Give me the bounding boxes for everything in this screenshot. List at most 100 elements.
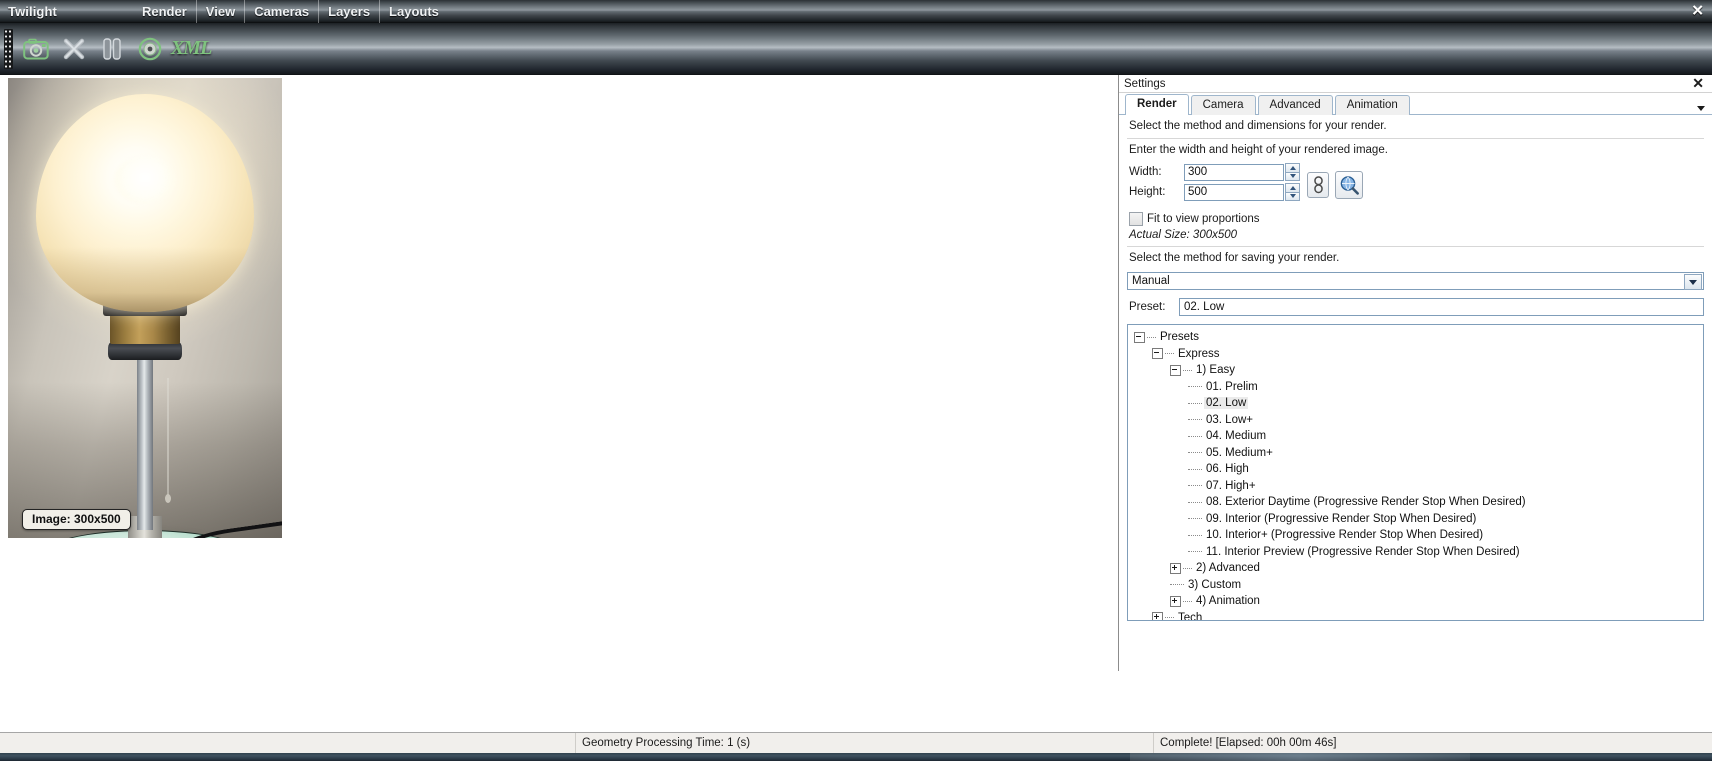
menu-item-cameras[interactable]: Cameras: [245, 0, 320, 23]
fit-to-view-checkbox[interactable]: [1129, 212, 1143, 226]
tree-item[interactable]: Presets: [1134, 329, 1703, 346]
tree-item[interactable]: 1) Easy: [1134, 362, 1703, 379]
tabs-overflow-chevron-down-icon[interactable]: [1697, 106, 1705, 111]
lamp-disc: [108, 342, 182, 360]
width-increment-button[interactable]: [1285, 163, 1300, 172]
settings-panel: Settings ✕ Render Camera Advanced Animat…: [1118, 75, 1712, 671]
tree-item[interactable]: 09. Interior (Progressive Render Stop Wh…: [1134, 511, 1703, 528]
tree-item-label: 3) Custom: [1188, 578, 1242, 591]
menu-item-layers[interactable]: Layers: [319, 0, 381, 23]
fit-to-view-row[interactable]: Fit to view proportions: [1129, 212, 1704, 226]
tree-branch-line: [1188, 452, 1202, 454]
tree-item[interactable]: 08. Exterior Daytime (Progressive Render…: [1134, 494, 1703, 511]
tree-item-label: 07. High+: [1206, 479, 1256, 492]
width-label: Width:: [1129, 166, 1162, 178]
tree-branch-line: [1183, 369, 1192, 371]
chain-link-icon: [1313, 176, 1323, 194]
preview-zoom-button[interactable]: [1335, 171, 1363, 199]
tree-branch-line: [1183, 567, 1192, 569]
height-increment-button[interactable]: [1285, 183, 1300, 192]
save-method-value: Manual: [1132, 275, 1170, 287]
hint-method-dimensions: Select the method and dimensions for you…: [1129, 120, 1387, 132]
stop-render-button[interactable]: [56, 31, 92, 67]
title-bar: Twilight Render View Cameras Layers Layo…: [0, 0, 1712, 23]
xml-icon: XML: [170, 37, 212, 59]
status-geometry-time: Geometry Processing Time: 1 (s): [582, 737, 751, 749]
taskbar-highlight: [1130, 753, 1470, 761]
lamp-brass-collar: [110, 314, 180, 344]
width-row: Width:: [1127, 163, 1300, 181]
menu-item-render[interactable]: Render: [133, 0, 197, 23]
preset-row: Preset:: [1127, 298, 1704, 316]
tree-item[interactable]: 02. Low: [1134, 395, 1703, 412]
tree-item[interactable]: Tech: [1134, 610, 1703, 620]
tree-item[interactable]: 04. Medium: [1134, 428, 1703, 445]
menu-item-view[interactable]: View: [197, 0, 246, 23]
tree-branch-line: [1147, 336, 1156, 338]
tab-render[interactable]: Render: [1125, 94, 1189, 115]
arrow-up-icon: [1289, 165, 1296, 170]
height-decrement-button[interactable]: [1285, 191, 1300, 201]
chevron-down-icon: [1689, 279, 1697, 285]
tab-camera[interactable]: Camera: [1190, 95, 1256, 115]
width-input[interactable]: [1184, 163, 1284, 181]
height-stepper[interactable]: [1285, 183, 1300, 201]
tree-collapse-icon[interactable]: [1152, 348, 1163, 360]
menu-item-layouts[interactable]: Layouts: [380, 0, 448, 23]
tree-item[interactable]: 06. High: [1134, 461, 1703, 478]
lamp-bulb-hotspot: [114, 156, 176, 204]
export-xml-button[interactable]: XML: [170, 31, 212, 67]
tree-branch-line: [1188, 485, 1202, 487]
tree-item-label: Express: [1178, 347, 1220, 360]
tree-item[interactable]: 3) Custom: [1134, 577, 1703, 594]
preset-input[interactable]: [1179, 298, 1704, 316]
preset-tree[interactable]: Presets Express 1) Easy 01. Prelim 02. Low 03…: [1127, 324, 1704, 621]
width-decrement-button[interactable]: [1285, 171, 1300, 181]
height-input[interactable]: [1184, 183, 1284, 201]
tree-expand-icon[interactable]: [1170, 562, 1181, 574]
render-canvas-area[interactable]: Image: 300x500: [0, 75, 1114, 671]
tree-branch-line: [1165, 353, 1174, 355]
tree-item[interactable]: Express: [1134, 346, 1703, 363]
actual-size-text: Actual Size: 300x500: [1129, 229, 1238, 241]
tree-item-label: 08. Exterior Daytime (Progressive Render…: [1206, 496, 1526, 509]
tree-branch-line: [1188, 501, 1202, 503]
save-method-dropdown-button[interactable]: [1684, 274, 1702, 290]
width-stepper[interactable]: [1285, 163, 1300, 181]
tree-item-label: Presets: [1160, 331, 1199, 344]
tree-item-label: 01. Prelim: [1206, 380, 1258, 393]
tree-item-label: 05. Medium+: [1206, 446, 1273, 459]
pause-icon: [103, 37, 121, 60]
tree-item[interactable]: 2) Advanced: [1134, 560, 1703, 577]
tab-advanced[interactable]: Advanced: [1257, 95, 1333, 115]
toolbar-drag-handle[interactable]: [4, 28, 13, 69]
tree-item-label: 04. Medium: [1206, 430, 1267, 443]
twilight-render-window: Twilight Render View Cameras Layers Layo…: [0, 0, 1712, 761]
render-camera-button[interactable]: [18, 31, 54, 67]
tree-item[interactable]: 05. Medium+: [1134, 445, 1703, 462]
settings-panel-body: Select the method and dimensions for you…: [1119, 115, 1712, 621]
progressive-render-button[interactable]: [132, 31, 168, 67]
tree-branch-line: [1188, 534, 1202, 536]
tree-branch-line: [1188, 518, 1202, 520]
pause-render-button[interactable]: [94, 31, 130, 67]
tree-item[interactable]: 07. High+: [1134, 478, 1703, 495]
app-title: Twilight: [8, 3, 57, 19]
tree-collapse-icon[interactable]: [1134, 331, 1145, 343]
tree-item[interactable]: 11. Interior Preview (Progressive Render…: [1134, 544, 1703, 561]
save-method-select[interactable]: Manual: [1127, 272, 1704, 290]
tree-item[interactable]: 10. Interior+ (Progressive Render Stop W…: [1134, 527, 1703, 544]
tree-item[interactable]: 4) Animation: [1134, 593, 1703, 610]
settings-close-icon[interactable]: ✕: [1692, 75, 1704, 91]
menu-bar: Render View Cameras Layers Layouts: [133, 0, 448, 23]
tree-collapse-icon[interactable]: [1170, 364, 1181, 376]
tree-branch-line: [1188, 386, 1202, 388]
lock-aspect-ratio-button[interactable]: [1307, 172, 1329, 198]
tab-animation[interactable]: Animation: [1334, 95, 1410, 115]
window-close-icon[interactable]: ✕: [1691, 4, 1704, 19]
tree-item[interactable]: 03. Low+: [1134, 412, 1703, 429]
tree-expand-icon[interactable]: [1152, 612, 1163, 620]
rendered-image[interactable]: Image: 300x500: [8, 78, 282, 538]
tree-expand-icon[interactable]: [1170, 595, 1181, 607]
tree-item[interactable]: 01. Prelim: [1134, 379, 1703, 396]
